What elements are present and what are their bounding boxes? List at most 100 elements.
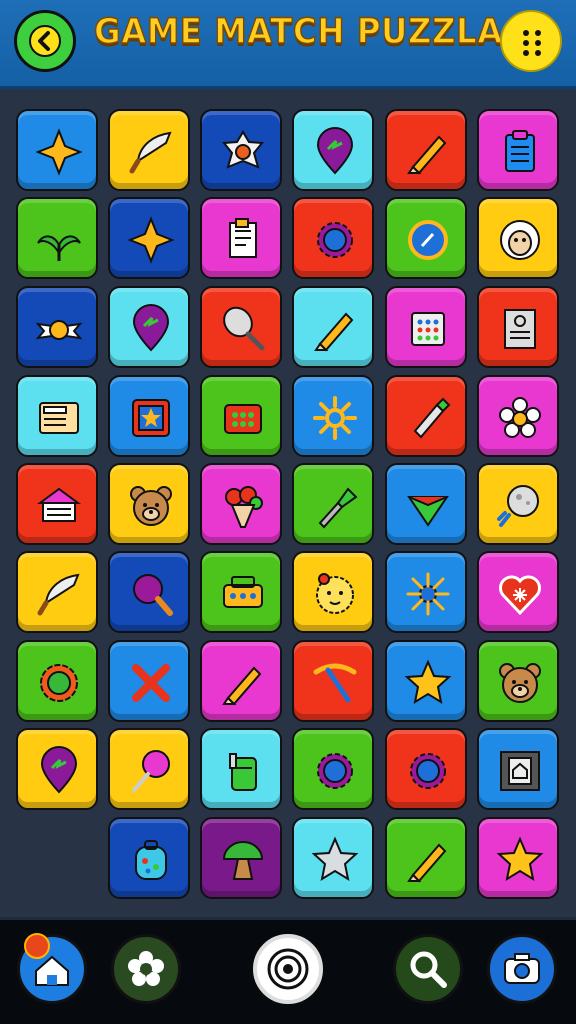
tile-pencil[interactable] xyxy=(385,109,467,191)
star-icon xyxy=(127,216,175,264)
tile-pencil[interactable] xyxy=(292,286,374,368)
gear-icon xyxy=(410,753,446,789)
tile-star[interactable] xyxy=(108,197,190,279)
target-button[interactable] xyxy=(253,934,323,1004)
tile-palm-leaf[interactable] xyxy=(16,197,98,279)
backpack-icon xyxy=(135,840,167,880)
tile-racket[interactable] xyxy=(200,286,282,368)
gold-star-icon xyxy=(496,836,544,882)
compass-icon xyxy=(408,220,448,260)
pencil-icon xyxy=(407,843,447,883)
tile-backpack[interactable] xyxy=(108,817,190,899)
tile-gem[interactable] xyxy=(385,463,467,545)
tile-marker[interactable] xyxy=(385,375,467,457)
dropper-icon xyxy=(318,487,358,529)
tile-picture-frame[interactable] xyxy=(108,375,190,457)
palm-leaf-icon xyxy=(37,235,81,261)
silver-star-icon xyxy=(311,836,359,882)
tile-heart-shield[interactable] xyxy=(477,551,559,633)
id-card-icon xyxy=(504,309,536,349)
tile-calculator[interactable] xyxy=(385,286,467,368)
menu-dot xyxy=(523,30,529,36)
sun-gear-icon xyxy=(313,396,357,440)
search-button[interactable] xyxy=(393,934,463,1004)
mushroom-icon xyxy=(222,841,264,880)
menu-dot xyxy=(535,40,541,46)
cash-register-icon xyxy=(39,402,79,434)
tile-sheep-face[interactable] xyxy=(477,197,559,279)
heart-shield-icon xyxy=(499,575,541,616)
marker-icon xyxy=(413,397,451,439)
tile-flower-badge[interactable] xyxy=(200,109,282,191)
dice-box-icon xyxy=(224,404,262,434)
camera-button[interactable] xyxy=(487,934,557,1004)
tile-feather[interactable] xyxy=(16,551,98,633)
daisy-icon xyxy=(499,397,541,438)
gold-star-icon xyxy=(404,659,452,705)
tile-sun[interactable] xyxy=(16,640,98,722)
tile-document[interactable] xyxy=(200,197,282,279)
flower-settings-icon xyxy=(128,951,164,986)
tile-moon-rocket[interactable] xyxy=(477,463,559,545)
jar-icon xyxy=(229,753,257,791)
calculator-icon xyxy=(411,312,445,346)
pencil-icon xyxy=(222,666,262,706)
tile-id-card[interactable] xyxy=(477,286,559,368)
notification-badge xyxy=(24,933,50,959)
tile-clipboard[interactable] xyxy=(477,109,559,191)
tile-dice-box[interactable] xyxy=(200,375,282,457)
map-pin-icon xyxy=(40,746,78,794)
splash-star-icon xyxy=(406,572,450,616)
tile-gear[interactable] xyxy=(385,728,467,810)
tile-dropper[interactable] xyxy=(292,463,374,545)
tile-bear-face[interactable] xyxy=(477,640,559,722)
pencil-icon xyxy=(314,312,354,352)
tile-star[interactable] xyxy=(16,109,98,191)
tile-jar[interactable] xyxy=(200,728,282,810)
sun-icon xyxy=(40,664,78,702)
tile-pencil[interactable] xyxy=(200,640,282,722)
pickaxe-icon xyxy=(313,663,357,703)
tile-gear[interactable] xyxy=(292,197,374,279)
tile-splash-star[interactable] xyxy=(385,551,467,633)
lollipop-icon xyxy=(132,750,170,792)
tile-magnifier[interactable] xyxy=(108,551,190,633)
camera-icon xyxy=(504,953,540,984)
menu-dot xyxy=(523,40,529,46)
tile-ribbon[interactable] xyxy=(16,286,98,368)
tile-gold-star[interactable] xyxy=(477,817,559,899)
tile-x-mark[interactable] xyxy=(108,640,190,722)
settings-button[interactable] xyxy=(111,934,181,1004)
tile-feather[interactable] xyxy=(108,109,190,191)
tile-mushroom[interactable] xyxy=(200,817,282,899)
tile-pencil[interactable] xyxy=(385,817,467,899)
tile-map-pin[interactable] xyxy=(16,728,98,810)
tile-sun-gear[interactable] xyxy=(292,375,374,457)
tile-map-pin[interactable] xyxy=(108,286,190,368)
tile-map-pin[interactable] xyxy=(292,109,374,191)
tile-film-frame[interactable] xyxy=(477,728,559,810)
tile-bouquet[interactable] xyxy=(200,463,282,545)
film-frame-icon xyxy=(500,751,540,791)
tile-compass[interactable] xyxy=(385,197,467,279)
back-button[interactable] xyxy=(14,10,76,72)
home-button[interactable] xyxy=(17,933,87,1004)
tile-bear-face[interactable] xyxy=(108,463,190,545)
tile-lion-face[interactable] xyxy=(292,551,374,633)
bear-face-icon xyxy=(499,663,541,703)
tile-daisy[interactable] xyxy=(477,375,559,457)
tile-gear[interactable] xyxy=(292,728,374,810)
tile-silver-star[interactable] xyxy=(292,817,374,899)
clipboard-icon xyxy=(505,130,535,172)
feather-icon xyxy=(37,573,80,616)
tile-gold-star[interactable] xyxy=(385,640,467,722)
tile-cash-register[interactable] xyxy=(16,375,98,457)
tile-pickaxe[interactable] xyxy=(292,640,374,722)
tile-cabin[interactable] xyxy=(16,463,98,545)
document-icon xyxy=(229,218,257,258)
menu-button[interactable] xyxy=(500,10,562,72)
tile-radio[interactable] xyxy=(200,551,282,633)
x-mark-icon xyxy=(132,664,170,702)
flower-badge-icon xyxy=(222,130,264,169)
tile-lollipop[interactable] xyxy=(108,728,190,810)
